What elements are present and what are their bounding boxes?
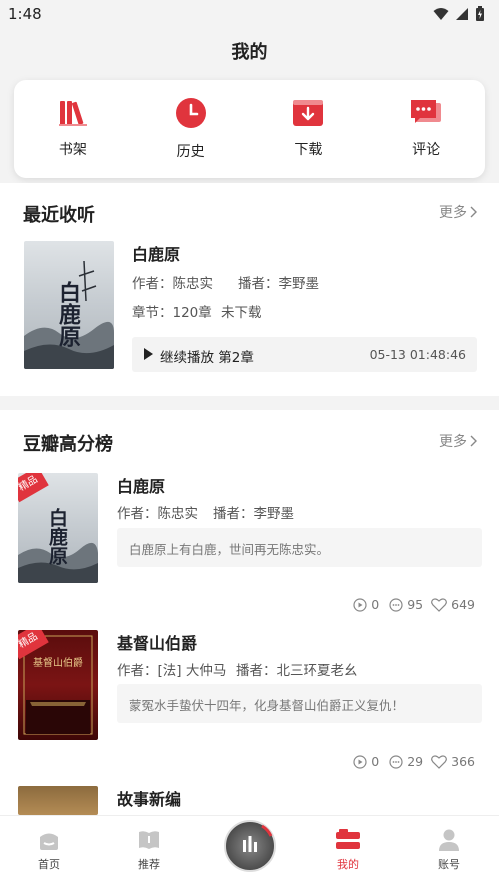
- recent-more-label: 更多: [439, 205, 467, 221]
- quick-access-card: 书架 历史 下载 评论: [14, 80, 485, 178]
- douban-book-title[interactable]: 基督山伯爵: [117, 630, 197, 654]
- comment-icon: [411, 100, 442, 123]
- signal-icon: [456, 8, 468, 20]
- clock-icon: [175, 98, 206, 128]
- play-count: 0: [371, 597, 380, 612]
- tab-account[interactable]: 账号: [419, 828, 479, 872]
- recent-book-cover[interactable]: 白鹿原: [24, 241, 114, 369]
- quick-label-comment: 评论: [412, 142, 441, 158]
- quick-item-history[interactable]: 历史: [132, 80, 250, 178]
- douban-book-stats: 0 95 649: [353, 597, 475, 612]
- page-title: 我的: [231, 42, 268, 63]
- douban-book-narrator: 播者：李野墨: [213, 506, 294, 522]
- continue-play-button[interactable]: 继续播放 第2章 05-13 01:48:46: [132, 337, 477, 372]
- account-icon: [439, 829, 459, 851]
- douban-more-label: 更多: [439, 434, 467, 450]
- play-icon: [144, 348, 153, 360]
- tab-mine-label: 我的: [337, 858, 359, 871]
- douban-book-author: 作者：[法] 大仲马: [117, 663, 227, 679]
- douban-book-author: 作者：陈忠实: [117, 506, 198, 522]
- douban-title: 豆瓣高分榜: [23, 434, 113, 455]
- comment-count-icon: [389, 754, 403, 769]
- quick-item-bookshelf[interactable]: 书架: [14, 80, 132, 178]
- download-icon: [293, 100, 324, 126]
- heart-icon[interactable]: [431, 597, 448, 612]
- douban-book-cover[interactable]: 基督山伯爵 精品: [18, 630, 98, 740]
- douban-book-cover[interactable]: [18, 786, 98, 815]
- quick-item-download[interactable]: 下载: [250, 80, 368, 178]
- play-count-icon: [353, 597, 367, 612]
- douban-book-title[interactable]: 故事新编: [117, 786, 181, 810]
- quick-item-comment[interactable]: 评论: [367, 80, 485, 178]
- bookshelf-icon: [58, 101, 87, 126]
- chevron-right-icon: [470, 206, 477, 218]
- tab-recommend-label: 推荐: [138, 858, 160, 871]
- cover-title: 基督山伯爵: [33, 658, 83, 669]
- heart-icon[interactable]: [431, 754, 448, 769]
- status-time: 1:48: [8, 5, 42, 23]
- comment-count: 29: [407, 754, 424, 769]
- douban-book-title[interactable]: 白鹿原: [117, 473, 165, 497]
- mine-icon: [336, 829, 360, 849]
- book-icon: [139, 831, 159, 849]
- like-count: 366: [451, 754, 475, 769]
- recent-book-download-status: 未下载: [221, 305, 262, 321]
- chevron-right-icon: [470, 435, 477, 447]
- quick-label-download: 下载: [294, 142, 323, 158]
- comment-count-icon: [389, 597, 403, 612]
- recent-book-chapters: 章节：120章: [132, 305, 212, 321]
- quick-label-bookshelf: 书架: [58, 142, 87, 158]
- recent-title: 最近收听: [23, 205, 95, 226]
- status-icons: [433, 6, 485, 22]
- tab-recommend[interactable]: 推荐: [119, 828, 179, 872]
- play-count: 0: [371, 754, 380, 769]
- recent-book-title[interactable]: 白鹿原: [132, 241, 180, 265]
- tab-account-label: 账号: [438, 858, 460, 871]
- cover-title: 白鹿原: [46, 508, 68, 565]
- comment-count: 95: [407, 597, 424, 612]
- douban-book-quote: 蒙冤水手蛰伏十四年，化身基督山伯爵正义复仇！: [117, 684, 482, 723]
- douban-more-link[interactable]: 更多: [439, 431, 477, 451]
- recent-more-link[interactable]: 更多: [439, 202, 477, 222]
- audio-bars-icon: [243, 824, 273, 852]
- home-icon: [40, 833, 58, 850]
- cover-title: 白鹿原: [55, 281, 81, 347]
- tab-home-label: 首页: [38, 858, 60, 871]
- recent-book-narrator: 播者：李野墨: [238, 276, 319, 292]
- douban-book-quote: 白鹿原上有白鹿，世间再无陈忠实。: [117, 528, 482, 567]
- wifi-icon: [433, 8, 449, 20]
- continue-label: 继续播放 第2章: [160, 350, 254, 366]
- status-bar: 1:48: [0, 0, 499, 28]
- quick-label-history: 历史: [176, 144, 205, 160]
- continue-time: 05-13 01:48:46: [369, 347, 466, 362]
- mini-player-button[interactable]: [224, 820, 276, 872]
- play-count-icon: [353, 754, 367, 769]
- tab-mine[interactable]: 我的: [318, 828, 378, 872]
- recent-book-author: 作者：陈忠实: [132, 276, 213, 292]
- like-count: 649: [451, 597, 475, 612]
- tab-home[interactable]: 首页: [19, 828, 79, 872]
- battery-icon: [476, 6, 484, 21]
- douban-book-cover[interactable]: 白鹿原 精品: [18, 473, 98, 583]
- douban-book-narrator: 播者：北三环夏老幺: [236, 663, 358, 679]
- douban-book-stats: 0 29 366: [353, 754, 475, 769]
